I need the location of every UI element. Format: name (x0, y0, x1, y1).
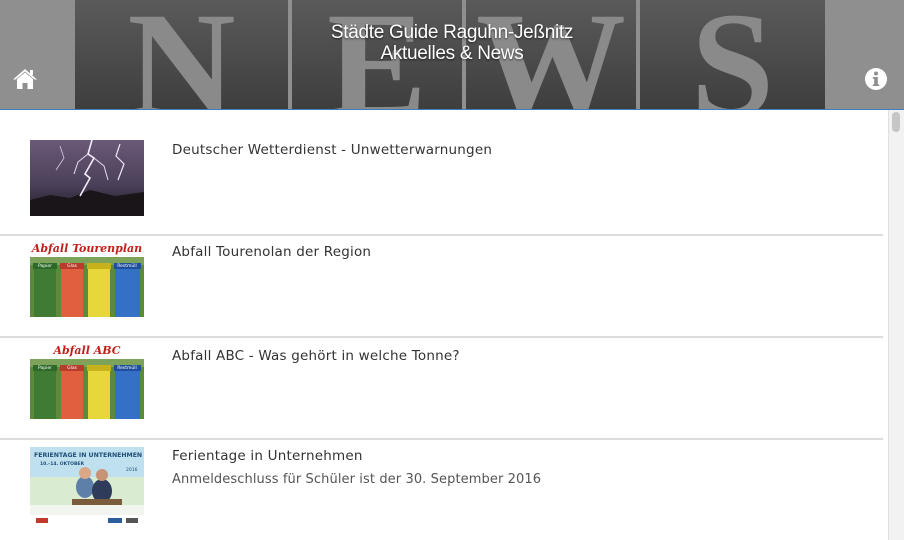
page-title-line1: Städte Guide Raguhn-Jeßnitz (330, 22, 574, 43)
thumb-caption: Abfall Tourenplan (31, 242, 142, 255)
svg-text:Papier: Papier (38, 365, 52, 371)
bin-blue (114, 365, 141, 419)
svg-text:Restmüll: Restmüll (117, 365, 137, 371)
item-title: Ferientage in Unternehmen (172, 448, 363, 464)
bin-green (33, 263, 57, 317)
scroll-thumb[interactable] (892, 112, 900, 132)
bin-yellow (87, 263, 111, 317)
item-title: Abfall Tourenolan der Region (172, 244, 372, 260)
bin-yellow (87, 365, 111, 419)
page-title-line2: Aktuelles & News (380, 43, 524, 64)
info-icon (865, 68, 887, 90)
news-list: Deutscher Wetterdienst - Unwetterwarnung… (0, 110, 888, 540)
bin-red (60, 263, 84, 317)
item-title: Abfall ABC - Was gehört in welche Tonne? (172, 348, 460, 364)
ferientage-thumbnail: FERIENTAGE IN UNTERNEHMEN 10.–14. OKTOBE… (30, 447, 144, 527)
page-title: Städte Guide Raguhn-Jeßnitz Aktuelles & … (0, 22, 904, 64)
svg-text:Restmüll: Restmüll (117, 263, 137, 269)
thumb-caption: Abfall ABC (52, 344, 120, 357)
list-item[interactable]: Abfall Tourenplan Papier Glas Restmüll A… (0, 236, 883, 338)
list-item[interactable]: FERIENTAGE IN UNTERNEHMEN 10.–14. OKTOBE… (0, 440, 883, 540)
waste-bins-thumbnail: Abfall ABC Papier Glas Restmüll (30, 343, 144, 419)
svg-text:Glas: Glas (67, 263, 77, 269)
list-scrollbar[interactable] (888, 110, 904, 540)
item-title: Deutscher Wetterdienst - Unwetterwarnung… (172, 142, 493, 158)
svg-text:2016: 2016 (126, 467, 138, 473)
app-header: N E W S Städte Guide Raguhn-Jeßnitz Aktu… (0, 0, 904, 110)
item-subtitle: Anmeldeschluss für Schüler ist der 30. S… (172, 472, 542, 487)
home-button[interactable] (12, 66, 38, 92)
bin-blue (114, 263, 141, 317)
info-button[interactable] (863, 66, 889, 92)
bin-red (60, 365, 84, 419)
list-item[interactable]: Deutscher Wetterdienst - Unwetterwarnung… (0, 110, 883, 236)
bin-green (33, 365, 57, 419)
svg-text:10.–14. OKTOBER: 10.–14. OKTOBER (40, 461, 84, 467)
waste-bins-thumbnail: Abfall Tourenplan Papier Glas Restmüll (30, 241, 144, 317)
list-item[interactable]: Abfall ABC Papier Glas Restmüll Abfall A… (0, 338, 883, 440)
svg-text:Glas: Glas (67, 365, 77, 371)
thumb-caption: FERIENTAGE IN UNTERNEHMEN (34, 452, 142, 459)
svg-text:Papier: Papier (38, 263, 52, 269)
home-icon (13, 69, 37, 89)
lightning-thumbnail (30, 140, 144, 216)
